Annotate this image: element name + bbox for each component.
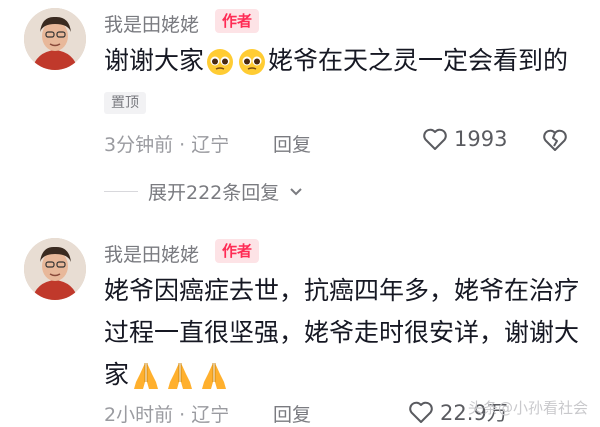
comment-item: 我是田姥姥 作者 谢谢大家 姥爷在天之灵一定会看到的 置顶 3分钟前 · 辽宁 回…: [0, 0, 600, 215]
comment-text: 谢谢大家 姥爷在天之灵一定会看到的: [104, 40, 584, 82]
avatar[interactable]: [24, 238, 86, 300]
pleading-face-emoji-icon: [239, 49, 266, 75]
heart-icon: [423, 128, 447, 150]
broken-heart-icon: [543, 129, 567, 151]
reply-button[interactable]: 回复: [273, 130, 311, 157]
like-button[interactable]: 1993: [422, 127, 507, 151]
avatar-photo: [24, 238, 86, 300]
expand-replies-label: 展开222条回复: [148, 182, 280, 204]
like-count: 1993: [454, 127, 508, 151]
username[interactable]: 我是田姥姥: [104, 10, 199, 37]
folded-hands-emoji-icon: [168, 363, 193, 389]
comment-meta: 3分钟前 · 辽宁: [104, 134, 230, 156]
comment-text: 姥爷因癌症去世，抗癌四年多，姥爷在治疗过程一直很坚强，姥爷走时很安详，谢谢大家: [104, 270, 584, 396]
pinned-tag: 置顶: [104, 92, 146, 114]
dislike-button[interactable]: [542, 128, 568, 156]
pleading-face-emoji-icon: [207, 49, 234, 75]
folded-hands-emoji-icon: [202, 363, 227, 389]
author-badge: 作者: [215, 239, 260, 263]
expand-replies-button[interactable]: 展开222条回复: [104, 178, 303, 205]
username[interactable]: 我是田姥姥: [104, 240, 199, 267]
comment-text-part: 谢谢大家: [104, 46, 205, 75]
comment-meta: 2小时前 · 辽宁: [104, 404, 230, 426]
avatar-photo: [24, 8, 86, 70]
folded-hands-emoji-icon: [134, 363, 159, 389]
chevron-down-icon: [290, 187, 302, 195]
author-badge: 作者: [215, 9, 260, 33]
divider: [104, 191, 138, 192]
avatar[interactable]: [24, 8, 86, 70]
watermark: 头条@小孙看社会: [467, 399, 588, 417]
comment-text-part: 姥爷在天之灵一定会看到的: [268, 46, 569, 75]
reply-button[interactable]: 回复: [273, 400, 311, 427]
heart-icon: [409, 401, 433, 423]
